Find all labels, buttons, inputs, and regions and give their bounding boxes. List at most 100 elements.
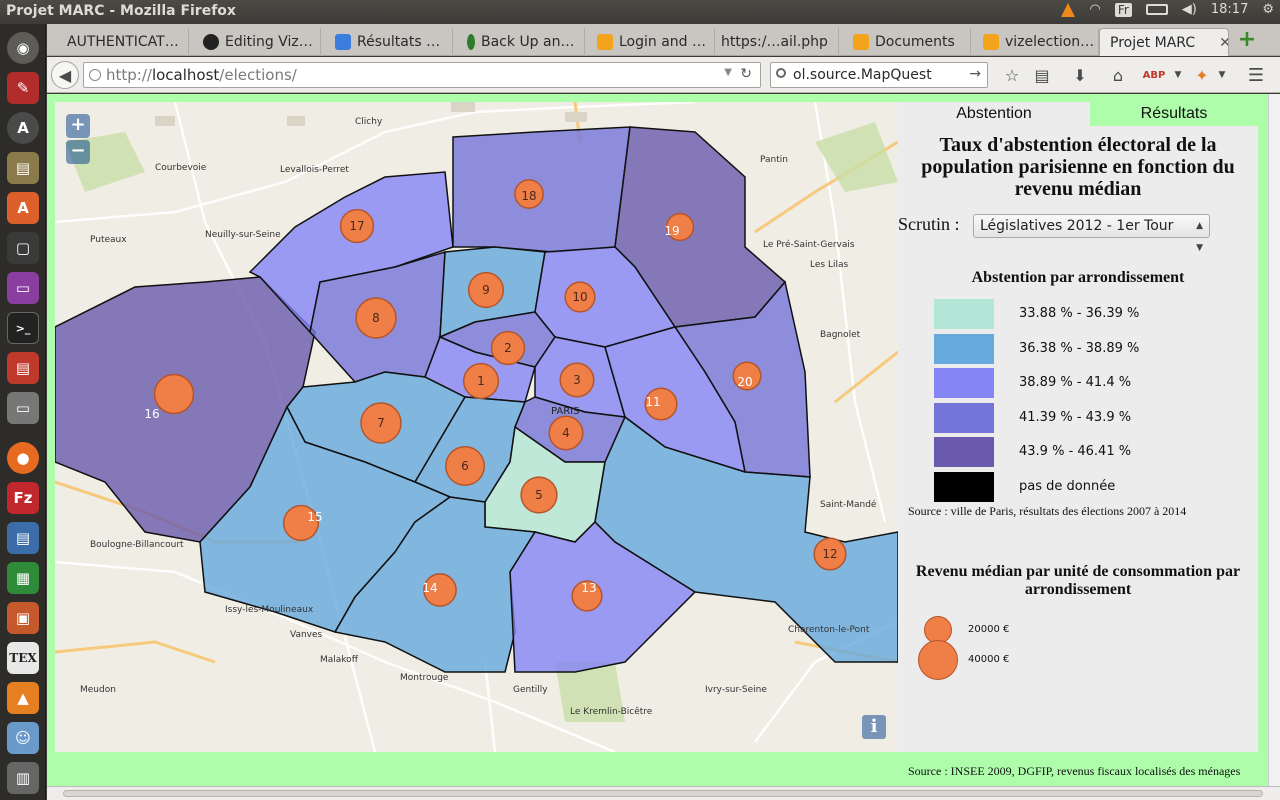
legend-label: 36.38 % - 38.89 % <box>1019 340 1140 356</box>
workspace-icon[interactable]: ▭ <box>7 272 39 304</box>
horizontal-scrollbar[interactable] <box>47 786 1280 800</box>
url-bar[interactable]: http://localhost/elections/ ▼ ↻ <box>83 62 761 88</box>
go-icon[interactable]: → <box>969 66 981 82</box>
bookmarks-list-icon[interactable]: ▤ <box>1029 63 1055 87</box>
archive-icon[interactable]: ▤ <box>7 152 39 184</box>
panel-title: Taux d'abstention électoral de la popula… <box>921 134 1235 200</box>
tab-resultats[interactable]: Résultats <box>1090 102 1258 126</box>
disk-icon[interactable]: ▭ <box>7 392 39 424</box>
calc-icon[interactable]: ▦ <box>7 562 39 594</box>
new-tab-button[interactable]: + <box>1235 28 1259 52</box>
chevron-updown-icon: ▲ ▼ <box>1196 221 1203 253</box>
map[interactable]: Clichy Courbevoie Levallois-Perret Putea… <box>55 102 898 752</box>
tab[interactable]: vizelection… <box>973 28 1099 56</box>
back-button[interactable]: ◀ <box>51 61 79 89</box>
arrondissement-label: 2 <box>504 341 512 355</box>
place-label: Vanves <box>290 630 323 640</box>
tab[interactable]: Documents <box>843 28 971 56</box>
legend-swatch <box>934 299 994 329</box>
menu-icon[interactable]: ☰ <box>1243 63 1269 87</box>
tex-icon[interactable]: TEX <box>7 642 39 674</box>
center-label: PARIS <box>551 406 579 417</box>
google-icon <box>335 34 351 50</box>
place-label: Issy-les-Moulineaux <box>225 605 314 615</box>
legend-label: 33.88 % - 36.39 % <box>1019 306 1140 321</box>
tab-abstention[interactable]: Abstention <box>898 102 1090 126</box>
legend-swatch <box>934 472 994 502</box>
zoom-out-button[interactable]: − <box>66 140 90 164</box>
download-icon[interactable]: ⬇ <box>1067 63 1093 87</box>
tab[interactable]: Login and … <box>587 28 715 56</box>
map-canvas[interactable]: Clichy Courbevoie Levallois-Perret Putea… <box>55 102 898 752</box>
keyboard-indicator[interactable]: Fr <box>1114 2 1132 17</box>
window-icon[interactable]: ▢ <box>7 232 39 264</box>
clock[interactable]: 18:17 <box>1211 2 1248 17</box>
app-icon[interactable]: ☺ <box>7 722 39 754</box>
arrondissement-label: 18 <box>521 189 536 203</box>
revenu-title: Revenu médian par unité de consommation … <box>915 563 1241 598</box>
chevron-down-icon[interactable]: ▼ <box>1209 63 1235 87</box>
battery-icon[interactable] <box>1145 4 1168 15</box>
tab[interactable]: Editing Viz… <box>193 28 321 56</box>
tab[interactable]: AUTHENTICAT… <box>57 28 189 56</box>
tab-label: AUTHENTICAT… <box>67 34 179 50</box>
reload-icon[interactable]: ↻ <box>740 66 752 82</box>
place-label: Meudon <box>80 685 116 695</box>
scroll-thumb[interactable] <box>63 790 1263 797</box>
filezilla-icon[interactable]: Fz <box>7 482 39 514</box>
bookmark-star-icon[interactable]: ☆ <box>999 63 1025 87</box>
search-input[interactable]: ol.source.MapQuest → <box>770 62 988 88</box>
source-elections: Source : ville de Paris, résultats des é… <box>908 504 1187 518</box>
firefox-icon[interactable]: ● <box>7 442 39 474</box>
arrondissement-label: 17 <box>349 219 364 233</box>
place-label: Charenton-le-Pont <box>788 625 870 635</box>
vlc-launcher-icon[interactable]: ▲ <box>7 682 39 714</box>
legend-label: 43.9 % - 46.41 % <box>1019 444 1132 460</box>
tab[interactable]: Back Up an… <box>457 28 585 56</box>
impress-icon[interactable]: ▣ <box>7 602 39 634</box>
arrondissement-label: 5 <box>535 488 543 502</box>
tab-label: vizelection… <box>1005 34 1095 50</box>
software-center-icon[interactable]: A <box>7 192 39 224</box>
legend-label: pas de donnée <box>1019 479 1116 494</box>
scrutin-select[interactable]: Législatives 2012 - 1er Tour ▲ ▼ <box>973 214 1210 253</box>
vertical-scrollbar[interactable] <box>1268 94 1280 786</box>
tab-label: Back Up an… <box>481 34 575 50</box>
terminal-icon[interactable]: >_ <box>7 312 39 344</box>
place-label: Gentilly <box>513 685 548 695</box>
wifi-icon[interactable]: ◠ <box>1089 2 1100 17</box>
income-circle-16[interactable] <box>153 373 195 415</box>
close-icon[interactable]: ✕ <box>1219 35 1228 51</box>
place-label: Puteaux <box>90 235 127 245</box>
notes-icon[interactable]: ▤ <box>7 352 39 384</box>
dropdown-icon[interactable]: ▼ <box>724 67 732 78</box>
arrondissement-label: 6 <box>461 459 469 473</box>
url-prefix: http:// <box>106 66 152 84</box>
tab-label: Documents <box>875 34 955 50</box>
writer-icon[interactable]: ▤ <box>7 522 39 554</box>
ubuntu-dash-icon[interactable]: ◉ <box>7 32 39 64</box>
adblock-icon[interactable]: ABP <box>1141 63 1167 87</box>
tab-label: https:/…ail.php <box>721 34 828 50</box>
arrondissement-label: 8 <box>372 311 380 325</box>
place-label: Neuilly-sur-Seine <box>205 230 281 240</box>
tab-label: Résultats … <box>357 34 441 50</box>
vlc-icon[interactable] <box>1061 2 1076 17</box>
zoom-in-button[interactable]: + <box>66 114 90 138</box>
tab[interactable]: Résultats … <box>325 28 453 56</box>
globe-icon <box>89 69 101 81</box>
trash-icon[interactable]: ▥ <box>7 762 39 794</box>
tab[interactable]: https:/…ail.php <box>711 28 839 56</box>
attribution-button[interactable]: i <box>862 715 886 739</box>
chevron-down-icon[interactable]: ▼ <box>1165 63 1191 87</box>
update-icon[interactable]: A <box>7 112 39 144</box>
window-title: Projet MARC - Mozilla Firefox <box>6 3 236 19</box>
scrutin-value: Législatives 2012 - 1er Tour <box>980 218 1174 234</box>
legend-circle-label: 40000 € <box>968 654 1010 665</box>
volume-icon[interactable]: ◀) <box>1182 2 1197 17</box>
home-icon[interactable]: ⌂ <box>1105 63 1131 87</box>
legend-circle-large <box>918 640 958 680</box>
settings-icon[interactable]: ✎ <box>7 72 39 104</box>
gear-icon[interactable]: ⚙ <box>1262 2 1274 17</box>
tab-active[interactable]: Projet MARC ✕ <box>1099 28 1229 56</box>
